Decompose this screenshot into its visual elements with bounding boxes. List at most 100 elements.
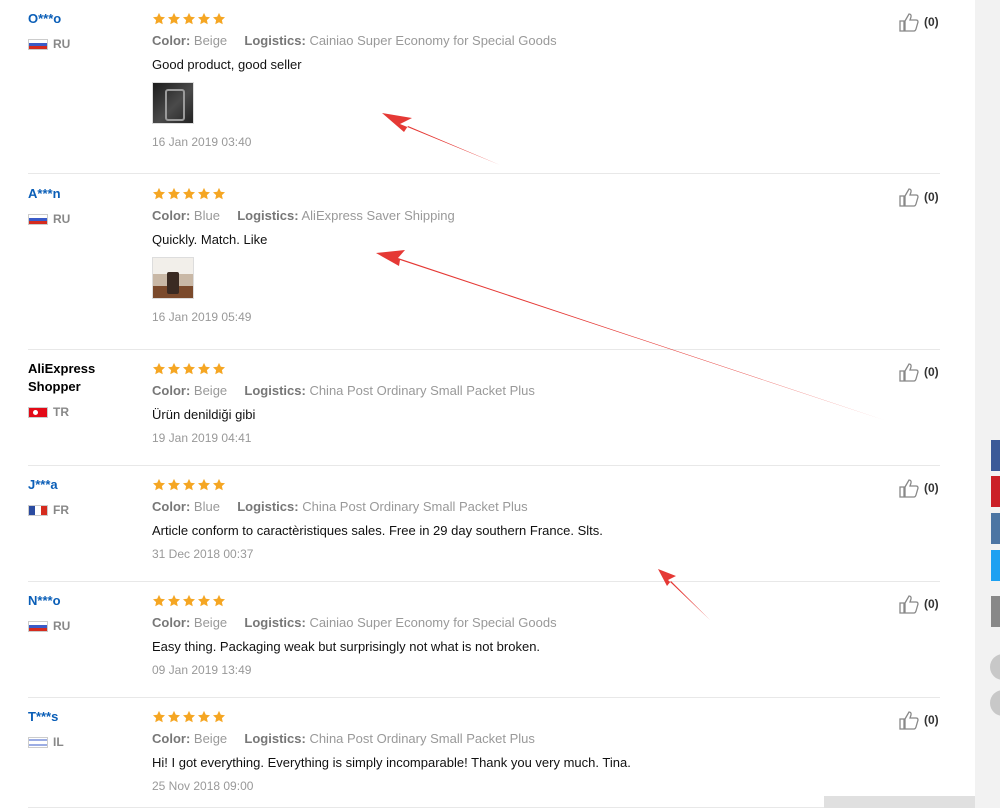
vk-share-button[interactable] bbox=[991, 513, 1000, 544]
review-list: O***o RU Color: Beige Logistics: Cainiao… bbox=[0, 0, 975, 808]
color-value: Beige bbox=[193, 383, 228, 398]
reviewer: T***s IL bbox=[28, 708, 143, 749]
reviewer-country: RU bbox=[28, 619, 143, 633]
helpful-button[interactable]: (0) bbox=[898, 710, 939, 730]
review-date: 31 Dec 2018 00:37 bbox=[152, 547, 254, 561]
reviewer: A***n RU bbox=[28, 185, 143, 226]
review-text: Hi! I got everything. Everything is simp… bbox=[152, 755, 631, 770]
review-item: A***n RU Color: Blue Logistics: AliExpre… bbox=[0, 175, 975, 350]
logistics-value: AliExpress Saver Shipping bbox=[301, 208, 455, 223]
helpful-button[interactable]: (0) bbox=[898, 478, 939, 498]
color-label: Color: bbox=[152, 208, 191, 223]
reviewer-country: TR bbox=[28, 405, 143, 419]
review-content: Color: Blue Logistics: China Post Ordina… bbox=[152, 476, 872, 562]
star-icon bbox=[182, 710, 196, 724]
facebook-share-button[interactable] bbox=[991, 440, 1000, 471]
star-icon bbox=[152, 478, 166, 492]
star-icon bbox=[167, 12, 181, 26]
reviewer-name[interactable]: J***a bbox=[28, 476, 143, 494]
star-icon bbox=[182, 187, 196, 201]
review-item: J***a FR Color: Blue Logistics: China Po… bbox=[0, 466, 975, 582]
reviewer-country: RU bbox=[28, 212, 143, 226]
star-icon bbox=[182, 12, 196, 26]
reviewer-country: IL bbox=[28, 735, 143, 749]
review-meta: Color: Beige Logistics: China Post Ordin… bbox=[152, 730, 872, 748]
star-rating bbox=[152, 360, 872, 378]
logistics-value: China Post Ordinary Small Packet Plus bbox=[302, 499, 528, 514]
review-item: O***o RU Color: Beige Logistics: Cainiao… bbox=[0, 0, 975, 174]
helpful-button[interactable]: (0) bbox=[898, 362, 939, 382]
logistics-label: Logistics: bbox=[244, 615, 306, 630]
star-icon bbox=[167, 594, 181, 608]
flag-icon bbox=[28, 504, 48, 516]
share-rail bbox=[975, 0, 1000, 808]
star-icon bbox=[167, 478, 181, 492]
flag-icon bbox=[28, 620, 48, 632]
star-icon bbox=[197, 478, 211, 492]
helpful-button[interactable]: (0) bbox=[898, 187, 939, 207]
color-value: Blue bbox=[193, 499, 220, 514]
country-code: IL bbox=[53, 735, 64, 749]
helpful-count: (0) bbox=[924, 481, 939, 495]
country-code: TR bbox=[53, 405, 69, 419]
star-rating bbox=[152, 592, 872, 610]
review-content: Color: Blue Logistics: AliExpress Saver … bbox=[152, 185, 872, 325]
star-icon bbox=[182, 594, 196, 608]
reviewer: N***o RU bbox=[28, 592, 143, 633]
star-icon bbox=[197, 710, 211, 724]
star-icon bbox=[152, 594, 166, 608]
reviewer-name[interactable]: N***o bbox=[28, 592, 143, 610]
logistics-value: China Post Ordinary Small Packet Plus bbox=[309, 731, 535, 746]
review-date: 16 Jan 2019 03:40 bbox=[152, 135, 252, 149]
twitter-share-button[interactable] bbox=[991, 550, 1000, 581]
helpful-button[interactable]: (0) bbox=[898, 594, 939, 614]
star-icon bbox=[212, 12, 226, 26]
star-icon bbox=[152, 710, 166, 724]
review-date: 25 Nov 2018 09:00 bbox=[152, 779, 254, 793]
review-meta: Color: Beige Logistics: China Post Ordin… bbox=[152, 382, 872, 400]
star-icon bbox=[152, 362, 166, 376]
review-meta: Color: Blue Logistics: AliExpress Saver … bbox=[152, 207, 872, 225]
star-icon bbox=[167, 710, 181, 724]
country-code: FR bbox=[53, 503, 69, 517]
review-item: T***s IL Color: Beige Logistics: China P… bbox=[0, 698, 975, 808]
reviewer: J***a FR bbox=[28, 476, 143, 517]
review-date: 19 Jan 2019 04:41 bbox=[152, 431, 252, 445]
review-content: Color: Beige Logistics: China Post Ordin… bbox=[152, 708, 872, 794]
star-icon bbox=[167, 362, 181, 376]
star-icon bbox=[212, 594, 226, 608]
logistics-label: Logistics: bbox=[237, 208, 299, 223]
scroll-down-button[interactable] bbox=[990, 690, 1000, 716]
color-value: Blue bbox=[193, 208, 220, 223]
review-photo[interactable] bbox=[152, 257, 194, 299]
flag-icon bbox=[28, 736, 48, 748]
reviewer: O***o RU bbox=[28, 10, 143, 51]
more-share-button[interactable] bbox=[991, 596, 1000, 627]
color-value: Beige bbox=[193, 731, 228, 746]
star-icon bbox=[197, 594, 211, 608]
helpful-button[interactable]: (0) bbox=[898, 12, 939, 32]
review-meta: Color: Beige Logistics: Cainiao Super Ec… bbox=[152, 614, 872, 632]
color-value: Beige bbox=[193, 615, 228, 630]
review-date: 16 Jan 2019 05:49 bbox=[152, 310, 252, 324]
star-icon bbox=[197, 362, 211, 376]
reviewer-name[interactable]: T***s bbox=[28, 708, 143, 726]
thumbs-up-icon bbox=[898, 362, 922, 382]
review-photo[interactable] bbox=[152, 82, 194, 124]
reviewer-name[interactable]: O***o bbox=[28, 10, 143, 28]
flag-icon bbox=[28, 406, 48, 418]
star-icon bbox=[212, 187, 226, 201]
review-item: N***o RU Color: Beige Logistics: Cainiao… bbox=[0, 582, 975, 698]
country-code: RU bbox=[53, 212, 71, 226]
review-text: Ürün denildiği gibi bbox=[152, 407, 256, 422]
reviewer-name[interactable]: A***n bbox=[28, 185, 143, 203]
review-date: 09 Jan 2019 13:49 bbox=[152, 663, 252, 677]
pinterest-share-button[interactable] bbox=[991, 476, 1000, 507]
thumbs-up-icon bbox=[898, 187, 922, 207]
reviewer: AliExpress Shopper TR bbox=[28, 360, 143, 419]
helpful-count: (0) bbox=[924, 365, 939, 379]
logistics-label: Logistics: bbox=[244, 383, 306, 398]
color-label: Color: bbox=[152, 731, 191, 746]
color-label: Color: bbox=[152, 615, 191, 630]
scroll-up-button[interactable] bbox=[990, 654, 1000, 680]
